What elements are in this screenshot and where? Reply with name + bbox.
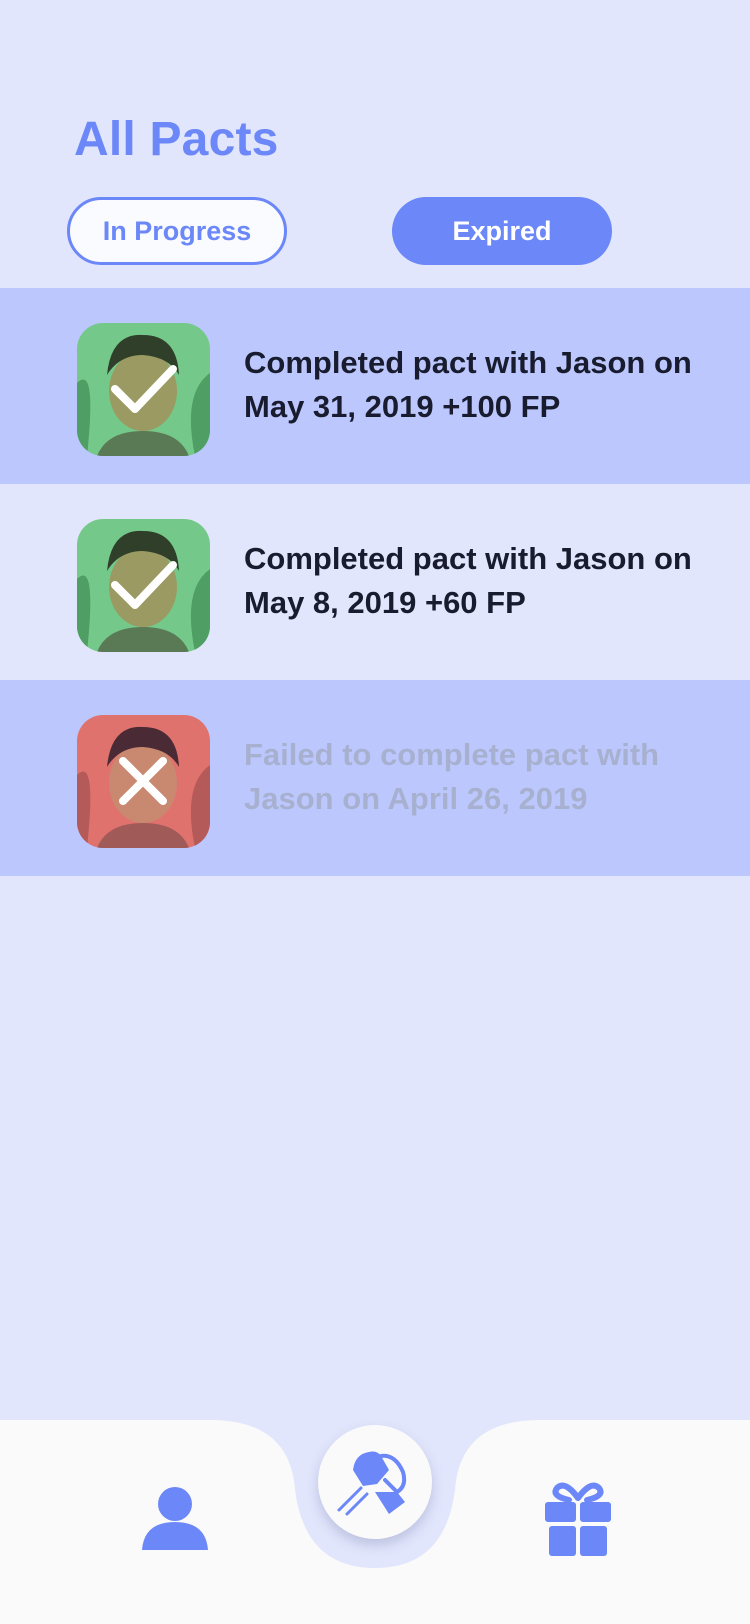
avatar — [77, 715, 210, 848]
profile-icon[interactable] — [140, 1486, 210, 1552]
all-pacts-screen: All Pacts In Progress Expired Completed … — [0, 0, 750, 1624]
pact-description: Completed pact with Jason on May 8, 2019… — [244, 541, 692, 620]
pact-list: Completed pact with Jason on May 31, 201… — [0, 288, 750, 876]
pacts-nav-button[interactable] — [318, 1425, 432, 1539]
check-icon — [111, 561, 177, 609]
avatar — [77, 323, 210, 456]
check-icon — [111, 365, 177, 413]
pact-description: Failed to complete pact with Jason on Ap… — [244, 737, 660, 816]
tab-in-progress[interactable]: In Progress — [67, 197, 287, 265]
handshake-icon — [337, 1451, 407, 1516]
pact-list-item[interactable]: Completed pact with Jason on May 31, 201… — [0, 288, 750, 484]
pact-list-item[interactable]: Failed to complete pact with Jason on Ap… — [0, 680, 750, 876]
pact-list-item[interactable]: Completed pact with Jason on May 8, 2019… — [0, 484, 750, 680]
avatar — [77, 519, 210, 652]
x-icon — [119, 757, 167, 805]
gift-icon[interactable] — [543, 1480, 613, 1558]
pact-description: Completed pact with Jason on May 31, 201… — [244, 345, 692, 424]
tab-expired[interactable]: Expired — [392, 197, 612, 265]
page-title: All Pacts — [74, 113, 279, 166]
